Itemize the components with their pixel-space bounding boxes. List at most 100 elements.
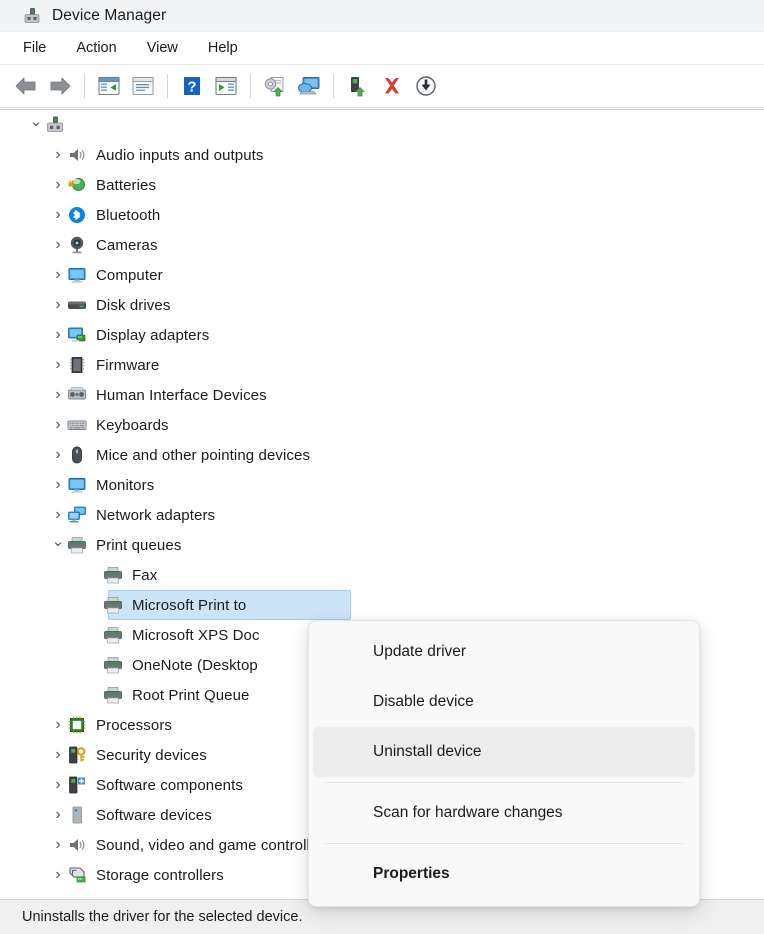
tree-item-microsoft-print-to-pdf[interactable]: Microsoft Print to xyxy=(0,590,764,620)
tree-item-label: Human Interface Devices xyxy=(96,386,267,404)
tree-item-label: Network adapters xyxy=(96,506,216,524)
tree-root-node[interactable] xyxy=(0,110,764,140)
tree-item-batteries[interactable]: Batteries xyxy=(0,170,764,200)
tree-item-network-adapters[interactable]: Network adapters xyxy=(0,500,764,530)
chevron-right-icon[interactable] xyxy=(50,770,66,800)
tree-item-label: Display adapters xyxy=(96,326,210,344)
chevron-right-icon[interactable] xyxy=(50,830,66,860)
chevron-right-icon[interactable] xyxy=(50,440,66,470)
toolbar-separator xyxy=(250,74,251,98)
battery-icon xyxy=(66,174,88,196)
scan-hardware-changes-icon[interactable] xyxy=(292,69,326,103)
tree-item-label: Batteries xyxy=(96,176,157,194)
tree-item-keyboards[interactable]: Keyboards xyxy=(0,410,764,440)
tree-item-mice-and-other-pointing-devices[interactable]: Mice and other pointing devices xyxy=(0,440,764,470)
chevron-right-icon[interactable] xyxy=(50,320,66,350)
chevron-right-icon[interactable] xyxy=(50,290,66,320)
menu-help[interactable]: Help xyxy=(207,37,251,60)
show-hide-console-tree-icon[interactable] xyxy=(92,69,126,103)
tree-item-label: Disk drives xyxy=(96,296,171,314)
chevron-right-icon[interactable] xyxy=(50,410,66,440)
tree-item-print-queues[interactable]: Print queues xyxy=(0,530,764,560)
chevron-right-icon[interactable] xyxy=(50,140,66,170)
tree-item-human-interface-devices[interactable]: Human Interface Devices xyxy=(0,380,764,410)
network-adapter-icon xyxy=(66,504,88,526)
speaker-icon xyxy=(66,834,88,856)
toolbar-separator xyxy=(84,74,85,98)
uninstall-device-red-x-icon[interactable] xyxy=(375,69,409,103)
window-title: Device Manager xyxy=(52,6,167,24)
chevron-right-icon[interactable] xyxy=(50,500,66,530)
printer-icon xyxy=(102,594,124,616)
ctx-scan-hardware[interactable]: Scan for hardware changes xyxy=(313,788,695,838)
tree-item-disk-drives[interactable]: Disk drives xyxy=(0,290,764,320)
context-menu[interactable]: Update driver Disable device Uninstall d… xyxy=(308,620,700,907)
tree-item-label: OneNote (Desktop xyxy=(132,656,258,674)
chevron-down-icon[interactable] xyxy=(50,530,66,560)
back-arrow-icon[interactable] xyxy=(9,69,43,103)
chevron-right-icon[interactable] xyxy=(50,800,66,830)
ctx-update-driver[interactable]: Update driver xyxy=(313,627,695,677)
chevron-right-icon[interactable] xyxy=(50,860,66,890)
help-question-icon[interactable]: ? xyxy=(175,69,209,103)
tree-item-label: Keyboards xyxy=(96,416,169,434)
tree-item-cameras[interactable]: Cameras xyxy=(0,230,764,260)
menu-file[interactable]: File xyxy=(22,37,59,60)
tree-item-computer[interactable]: Computer xyxy=(0,260,764,290)
chevron-right-icon[interactable] xyxy=(50,260,66,290)
toolbar: ? xyxy=(0,65,764,108)
security-device-icon xyxy=(66,744,88,766)
tree-item-audio-inputs-and-outputs[interactable]: Audio inputs and outputs xyxy=(0,140,764,170)
chevron-right-icon[interactable] xyxy=(50,200,66,230)
show-hide-action-pane-icon[interactable] xyxy=(209,69,243,103)
monitor-icon xyxy=(66,264,88,286)
chevron-right-icon[interactable] xyxy=(50,170,66,200)
toolbar-separator xyxy=(333,74,334,98)
menu-bar: File Action View Help xyxy=(0,32,764,65)
chevron-right-icon[interactable] xyxy=(50,470,66,500)
status-text: Uninstalls the driver for the selected d… xyxy=(22,909,303,925)
tree-item-label: Microsoft Print to xyxy=(132,596,247,614)
ctx-uninstall-device[interactable]: Uninstall device xyxy=(313,727,695,777)
tree-item-bluetooth[interactable]: Bluetooth xyxy=(0,200,764,230)
tree-item-fax[interactable]: Fax xyxy=(0,560,764,590)
tree-item-label: Microsoft XPS Doc xyxy=(132,626,260,644)
tree-item-label: Software devices xyxy=(96,806,212,824)
chevron-right-icon[interactable] xyxy=(50,350,66,380)
menu-action[interactable]: Action xyxy=(75,37,129,60)
chevron-right-icon[interactable] xyxy=(50,380,66,410)
tree-item-label: Audio inputs and outputs xyxy=(96,146,264,164)
update-driver-icon[interactable] xyxy=(258,69,292,103)
printer-icon xyxy=(102,624,124,646)
printer-icon xyxy=(102,564,124,586)
software-component-icon xyxy=(66,774,88,796)
tree-item-label: Cameras xyxy=(96,236,158,254)
tree-item-monitors[interactable]: Monitors xyxy=(0,470,764,500)
chevron-down-icon[interactable] xyxy=(28,110,44,140)
monitor-icon xyxy=(66,474,88,496)
device-manager-window: Device Manager File Action View Help ? ⌄… xyxy=(0,0,764,934)
properties-window-icon[interactable] xyxy=(126,69,160,103)
chevron-right-icon[interactable] xyxy=(50,710,66,740)
ctx-disable-device[interactable]: Disable device xyxy=(313,677,695,727)
download-circle-icon[interactable] xyxy=(409,69,443,103)
tree-item-label: Security devices xyxy=(96,746,207,764)
menu-view[interactable]: View xyxy=(146,37,191,60)
printer-icon xyxy=(66,534,88,556)
computer-root-icon xyxy=(44,114,66,136)
tree-item-label: Software components xyxy=(96,776,243,794)
forward-arrow-icon[interactable] xyxy=(43,69,77,103)
disable-device-icon[interactable] xyxy=(341,69,375,103)
ctx-properties[interactable]: Properties xyxy=(313,849,695,899)
tree-item-label: Computer xyxy=(96,266,163,284)
chevron-right-icon[interactable] xyxy=(50,740,66,770)
tree-item-display-adapters[interactable]: Display adapters xyxy=(0,320,764,350)
title-bar: Device Manager xyxy=(0,0,764,32)
tree-item-firmware[interactable]: Firmware xyxy=(0,350,764,380)
tree-item-label: Mice and other pointing devices xyxy=(96,446,311,464)
svg-text:?: ? xyxy=(187,79,196,96)
chevron-right-icon[interactable] xyxy=(50,230,66,260)
